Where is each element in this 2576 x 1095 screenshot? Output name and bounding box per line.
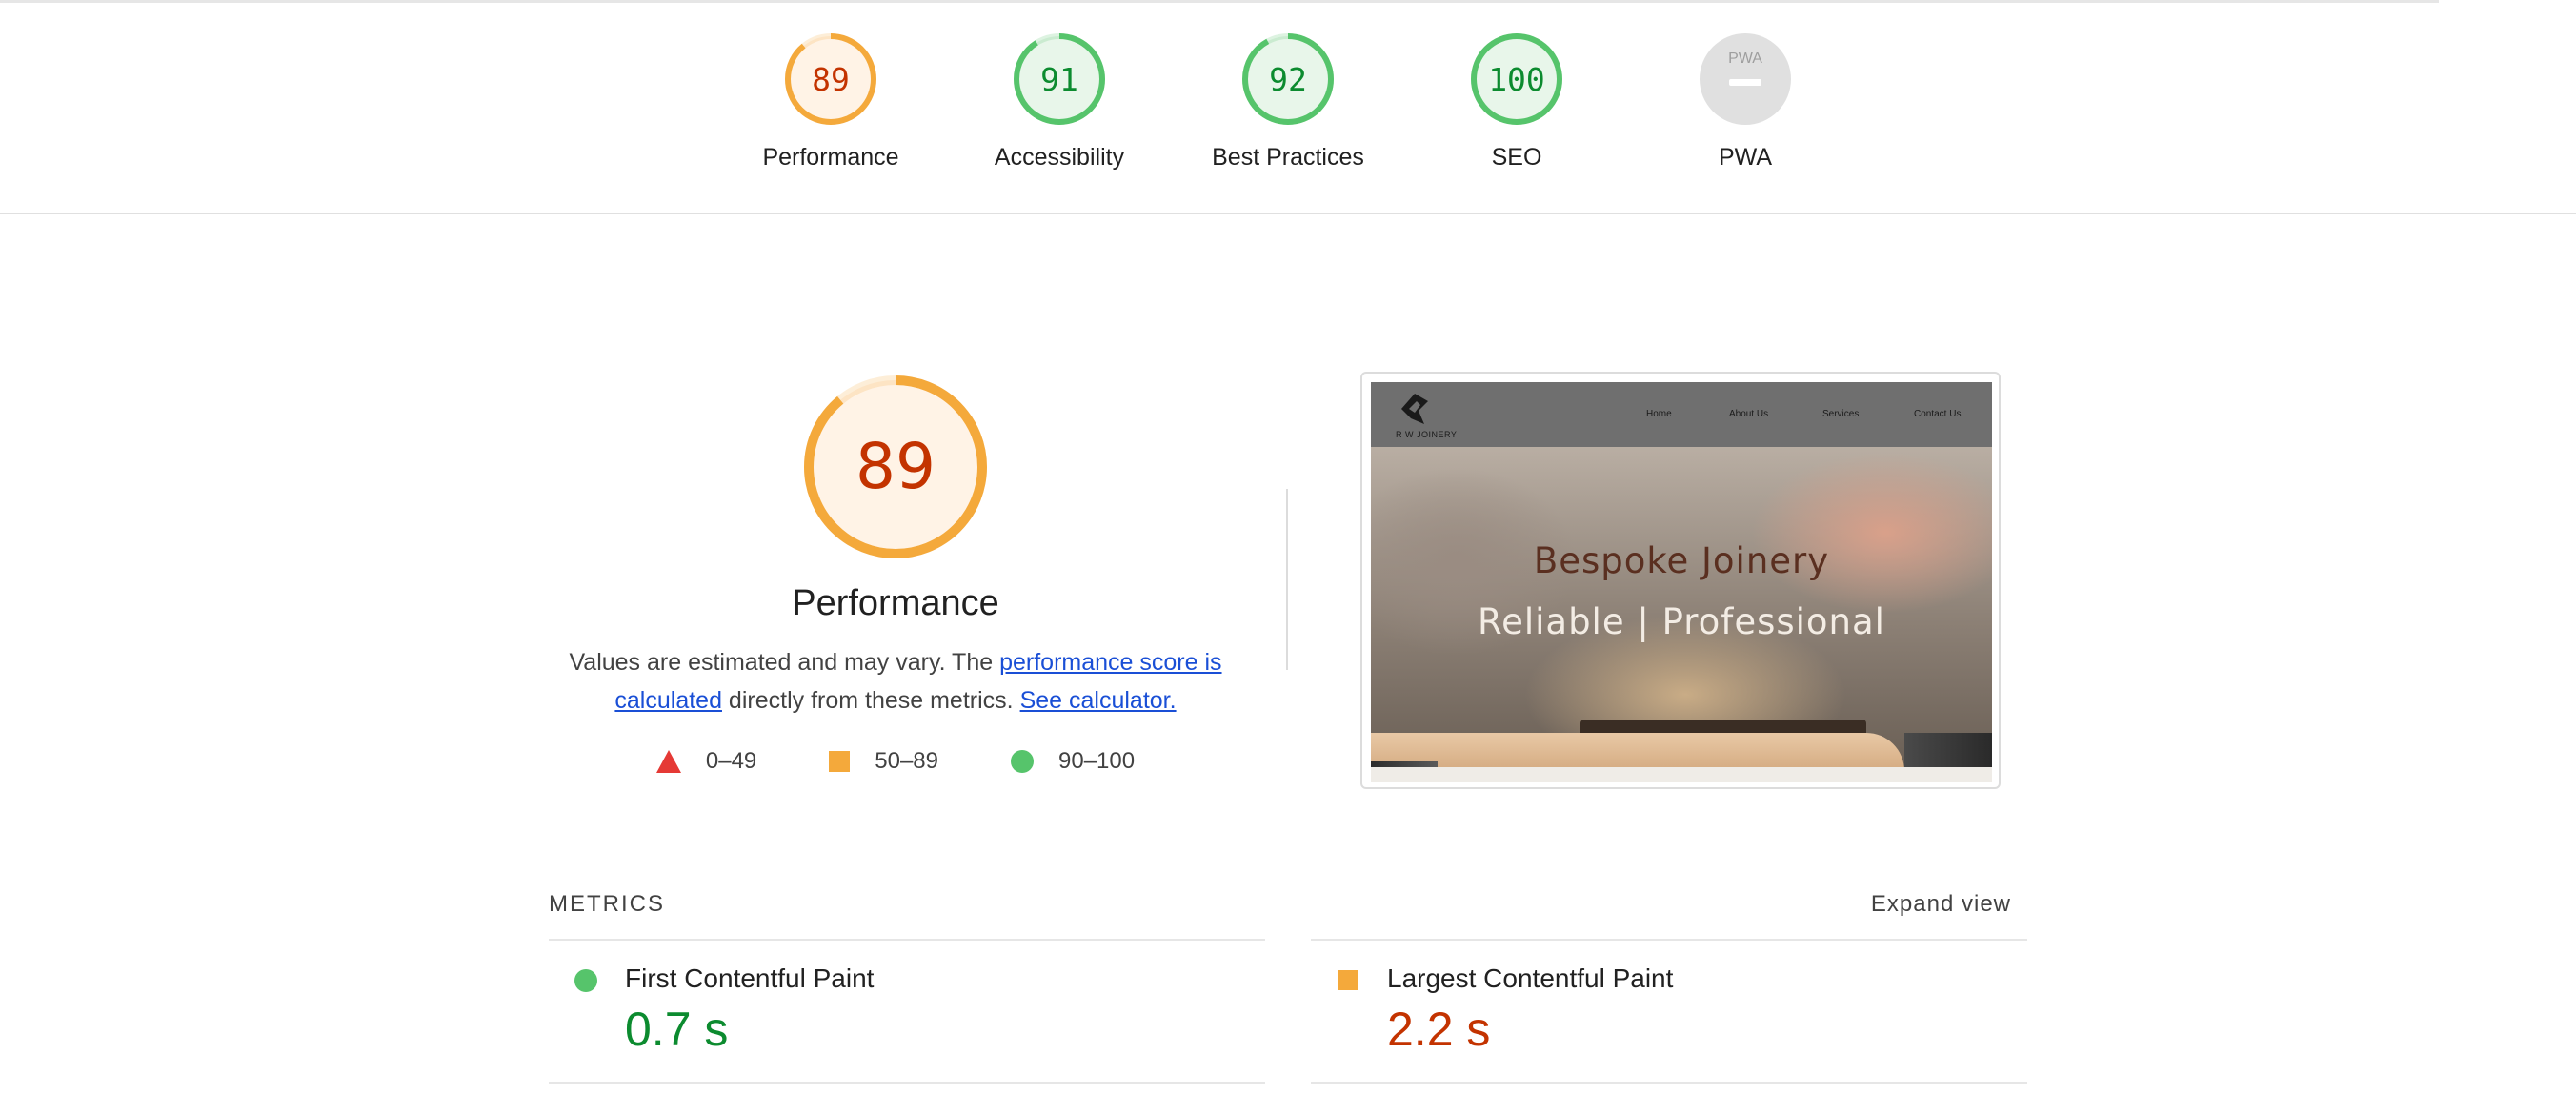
site-menu-services: Services xyxy=(1822,409,1860,419)
fail-triangle-icon xyxy=(655,750,681,773)
gauge-pwa[interactable]: PWA PWA xyxy=(1640,31,1850,172)
gauge-label: PWA xyxy=(1718,144,1773,171)
site-footer-strip xyxy=(1371,767,1992,782)
gauge-score: 89 xyxy=(812,61,850,98)
pass-circle-icon xyxy=(574,969,597,992)
screenshot-image: R W JOINERY Home About Us Services Conta… xyxy=(1371,382,1992,782)
hero-title: Bespoke Joinery xyxy=(1533,540,1830,581)
gauge-label: Best Practices xyxy=(1212,144,1364,171)
performance-title: Performance xyxy=(792,583,999,623)
performance-description: Values are estimated and may vary. The p… xyxy=(562,643,1229,720)
legend-average: 50–89 xyxy=(829,748,938,775)
gauge-seo[interactable]: 100 SEO xyxy=(1412,31,1621,172)
legend-range: 90–100 xyxy=(1058,748,1136,774)
performance-score: 89 xyxy=(855,430,936,503)
site-logo-icon xyxy=(1401,394,1428,424)
metrics-header: METRICS Expand view xyxy=(549,891,2011,920)
performance-gauge: 89 xyxy=(804,375,987,558)
site-menu-about: About Us xyxy=(1729,409,1769,419)
metric-name: Largest Contentful Paint xyxy=(1387,963,1674,993)
section-divider xyxy=(1286,489,1288,670)
average-square-icon xyxy=(1338,970,1358,990)
pwa-badge-text: PWA xyxy=(1728,51,1762,67)
metric-largest-contentful-paint[interactable]: Largest Contentful Paint 2.2 s xyxy=(1311,939,2027,1084)
site-menu-home: Home xyxy=(1646,409,1672,419)
pwa-badge-icon: PWA xyxy=(1700,33,1791,125)
gauge-label: Performance xyxy=(762,144,899,171)
desc-prefix: Values are estimated and may vary. The xyxy=(569,649,1000,676)
pass-circle-icon xyxy=(1011,750,1035,773)
see-calculator-link[interactable]: See calculator. xyxy=(1020,687,1177,714)
gauge-label: Accessibility xyxy=(994,144,1125,171)
gauge-best-practices[interactable]: 92 Best Practices xyxy=(1183,31,1393,172)
gauge-score: 100 xyxy=(1488,61,1545,98)
gauge-performance[interactable]: 89 Performance xyxy=(726,31,936,172)
legend-pass: 90–100 xyxy=(1011,748,1135,775)
legend-fail: 0–49 xyxy=(655,748,757,775)
final-screenshot[interactable]: R W JOINERY Home About Us Services Conta… xyxy=(1360,372,2001,789)
score-legend: 0–49 50–89 90–100 xyxy=(548,748,1243,775)
gauge-performance-ring: 89 xyxy=(785,33,876,125)
gauge-seo-ring: 100 xyxy=(1471,33,1562,125)
site-navbar: R W JOINERY Home About Us Services Conta… xyxy=(1371,382,1992,447)
gauge-score: 91 xyxy=(1040,61,1078,98)
legend-range: 0–49 xyxy=(705,748,757,774)
desc-middle: directly from these metrics. xyxy=(721,687,1014,714)
metric-first-contentful-paint[interactable]: First Contentful Paint 0.7 s xyxy=(549,939,1265,1084)
metric-value: 2.2 s xyxy=(1387,1003,1491,1056)
gauge-best-practices-ring: 92 xyxy=(1242,33,1334,125)
gauge-accessibility[interactable]: 91 Accessibility xyxy=(955,31,1164,172)
gauge-accessibility-ring: 91 xyxy=(1014,33,1105,125)
metric-name: First Contentful Paint xyxy=(625,963,875,993)
metrics-title: METRICS xyxy=(549,891,665,917)
site-menu-contact: Contact Us xyxy=(1914,409,1962,419)
metric-value: 0.7 s xyxy=(625,1003,729,1056)
expand-view-toggle[interactable]: Expand view xyxy=(1871,891,2011,918)
hero-subtitle: Reliable | Professional xyxy=(1478,601,1885,642)
average-square-icon xyxy=(829,751,851,772)
performance-section: 89 Performance Values are estimated and … xyxy=(548,372,1243,775)
score-summary: 89 Performance 91 Accessibility 92 Best … xyxy=(0,3,2576,214)
gauge-label: SEO xyxy=(1491,144,1542,171)
gauge-score: 92 xyxy=(1269,61,1307,98)
site-brand: R W JOINERY xyxy=(1396,430,1458,439)
legend-range: 50–89 xyxy=(875,748,939,774)
